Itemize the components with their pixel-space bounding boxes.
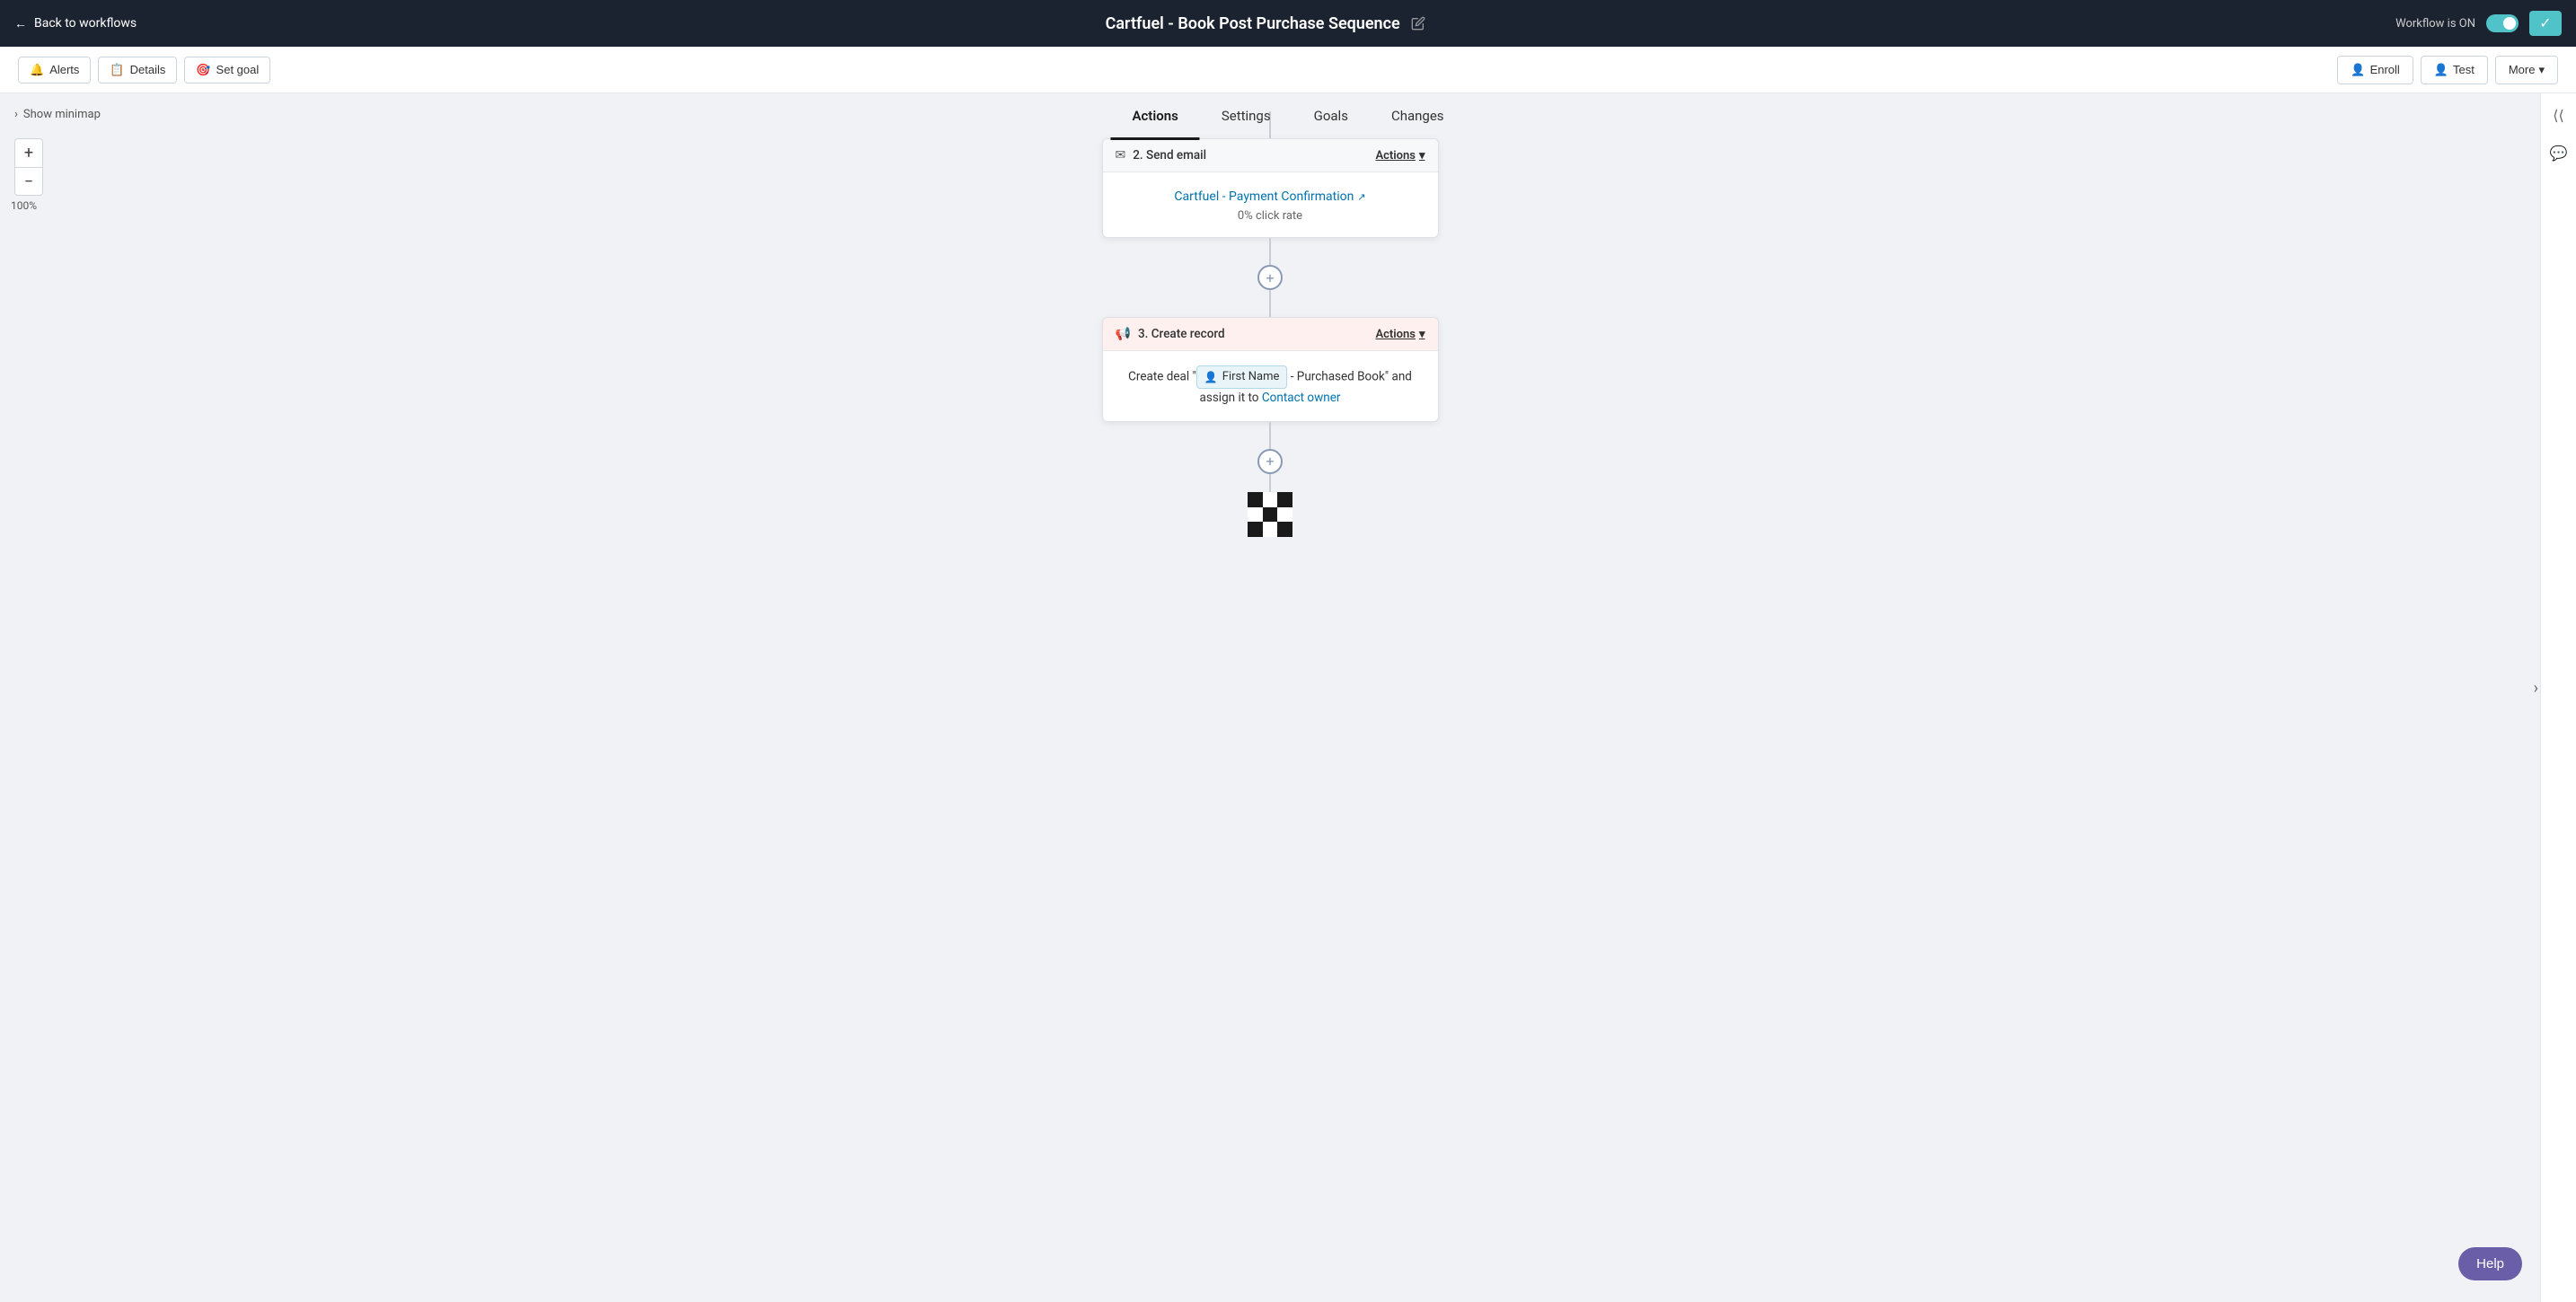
zoom-plus-icon: +	[24, 144, 33, 163]
expand-right-button[interactable]: ›	[2534, 679, 2538, 698]
create-record-body: Create deal " 👤 First Name - Purchased B…	[1103, 351, 1438, 421]
send-email-node: ✉ 2. Send email Actions ▾ Cartfuel - Pay…	[1102, 138, 1439, 238]
back-label: Back to workflows	[34, 16, 137, 31]
external-link-icon: ↗	[1357, 191, 1365, 203]
connector-after-create	[1269, 422, 1271, 449]
actions-label: Actions	[1375, 149, 1416, 163]
main-tabs: Actions Settings Goals Changes	[1110, 93, 1465, 140]
send-email-header-left: ✉ 2. Send email	[1116, 148, 1207, 163]
email-template-link[interactable]: Cartfuel - Payment Confirmation ↗	[1174, 189, 1365, 204]
end-indicator-area	[1248, 492, 1292, 537]
check-icon: ✓	[2539, 14, 2551, 32]
test-icon: 👤	[2434, 63, 2448, 77]
tab-changes-label: Changes	[1391, 108, 1444, 124]
details-button[interactable]: 📋 Details	[98, 57, 177, 84]
create-record-header: 📢 3. Create record Actions ▾	[1103, 318, 1438, 351]
alerts-label: Alerts	[49, 63, 79, 76]
step-number-2: 3	[1138, 327, 1145, 341]
actions-chevron-icon: ▾	[1419, 149, 1425, 163]
chevron-right-icon: ›	[14, 108, 18, 121]
token-label: First Name	[1222, 368, 1280, 386]
topbar-right-area: Workflow is ON ✓	[2395, 11, 2562, 36]
first-name-token: 👤 First Name	[1196, 365, 1288, 389]
back-arrow-icon: ←	[14, 16, 27, 31]
node-header-text-2: Create record	[1151, 327, 1225, 341]
workflow-title-area: Cartfuel - Book Post Purchase Sequence	[1106, 14, 1427, 33]
create-record-actions-button[interactable]: Actions ▾	[1375, 328, 1425, 341]
actions-chevron-icon-2: ▾	[1419, 328, 1425, 341]
workflow-title: Cartfuel - Book Post Purchase Sequence	[1106, 14, 1400, 33]
minimap-label: Show minimap	[23, 108, 101, 121]
test-button[interactable]: 👤 Test	[2421, 56, 2488, 84]
create-record-text: Create deal " 👤 First Name - Purchased B…	[1117, 365, 1424, 407]
details-label: Details	[130, 63, 166, 76]
secondary-toolbar: 🔔 Alerts 📋 Details 🎯 Set goal Actions Se…	[0, 47, 2576, 93]
send-email-header: ✉ 2. Send email Actions ▾	[1103, 139, 1438, 172]
person-icon: 👤	[1204, 369, 1218, 385]
enroll-icon: 👤	[2351, 63, 2365, 77]
zoom-controls: + −	[14, 138, 43, 196]
comment-icon[interactable]: 💬	[2545, 138, 2573, 167]
help-label: Help	[2476, 1256, 2504, 1271]
contact-owner-link[interactable]: Contact owner	[1262, 391, 1341, 405]
send-email-actions-button[interactable]: Actions ▾	[1375, 149, 1425, 163]
minimap-toggle[interactable]: › Show minimap	[14, 108, 101, 121]
tab-settings-label: Settings	[1222, 108, 1271, 124]
save-check-button[interactable]: ✓	[2529, 11, 2562, 36]
tab-goals[interactable]: Goals	[1292, 93, 1370, 140]
workflow-toggle[interactable]	[2486, 14, 2519, 32]
send-email-step-label: 2. Send email	[1133, 148, 1206, 163]
add-step-button-2[interactable]: +	[1257, 449, 1283, 474]
zoom-in-button[interactable]: +	[14, 138, 43, 167]
actions-label-2: Actions	[1375, 328, 1416, 341]
workflow-canvas: › Show minimap + − 100% ✉ 2. Send email	[0, 93, 2576, 1302]
create-record-header-left: 📢 3. Create record	[1116, 327, 1225, 341]
details-icon: 📋	[110, 63, 124, 77]
tab-changes[interactable]: Changes	[1370, 93, 1466, 140]
help-button[interactable]: Help	[2458, 1247, 2522, 1280]
node-header-text: Send email	[1146, 148, 1206, 163]
test-label: Test	[2453, 63, 2475, 76]
tab-actions-label: Actions	[1132, 108, 1178, 124]
send-email-body: Cartfuel - Payment Confirmation ↗ 0% cli…	[1103, 172, 1438, 237]
alerts-button[interactable]: 🔔 Alerts	[18, 57, 91, 84]
toolbar-right-buttons: 👤 Enroll 👤 Test More ▾	[2337, 56, 2558, 84]
enroll-button[interactable]: 👤 Enroll	[2337, 56, 2413, 84]
add-step-button-1[interactable]: +	[1257, 265, 1283, 290]
step-number: 2	[1133, 148, 1140, 163]
workflow-status-label: Workflow is ON	[2395, 17, 2475, 31]
workflow-nodes-area: ✉ 2. Send email Actions ▾ Cartfuel - Pay…	[0, 93, 2540, 1302]
end-checkered-icon	[1248, 492, 1292, 537]
connector-to-end	[1269, 474, 1271, 492]
contact-owner-text: Contact owner	[1262, 391, 1341, 405]
create-record-node: 📢 3. Create record Actions ▾ Create deal…	[1102, 317, 1439, 422]
connector-between-2	[1269, 290, 1271, 317]
toolbar-left-buttons: 🔔 Alerts 📋 Details 🎯 Set goal	[18, 57, 270, 84]
back-to-workflows[interactable]: ← Back to workflows	[14, 16, 137, 31]
connector-between-1	[1269, 238, 1271, 265]
top-navbar: ← Back to workflows Cartfuel - Book Post…	[0, 0, 2576, 47]
goal-icon: 🎯	[196, 63, 210, 77]
more-button[interactable]: More ▾	[2495, 56, 2558, 84]
tab-actions[interactable]: Actions	[1110, 93, 1199, 140]
tab-goals-label: Goals	[1314, 108, 1348, 124]
enroll-label: Enroll	[2370, 63, 2400, 76]
email-icon: ✉	[1116, 148, 1126, 163]
email-name: Cartfuel - Payment Confirmation	[1174, 189, 1354, 204]
bell-icon: 🔔	[30, 63, 44, 77]
set-goal-button[interactable]: 🎯 Set goal	[184, 57, 270, 84]
edit-title-icon[interactable]	[1409, 14, 1427, 32]
create-record-step-label: 3. Create record	[1138, 327, 1225, 341]
record-icon: 📢	[1116, 327, 1131, 341]
body-prefix: Create deal "	[1128, 369, 1196, 383]
right-panel: ⟨⟨ 💬	[2540, 93, 2576, 1302]
collapse-panel-button[interactable]: ⟨⟨	[2545, 101, 2573, 129]
click-rate: 0% click rate	[1117, 209, 1424, 223]
chevron-down-icon: ▾	[2538, 63, 2545, 77]
tab-settings[interactable]: Settings	[1200, 93, 1292, 140]
set-goal-label: Set goal	[216, 63, 260, 76]
more-label: More	[2509, 63, 2536, 76]
zoom-minus-icon: −	[24, 172, 33, 191]
zoom-out-button[interactable]: −	[14, 167, 43, 196]
